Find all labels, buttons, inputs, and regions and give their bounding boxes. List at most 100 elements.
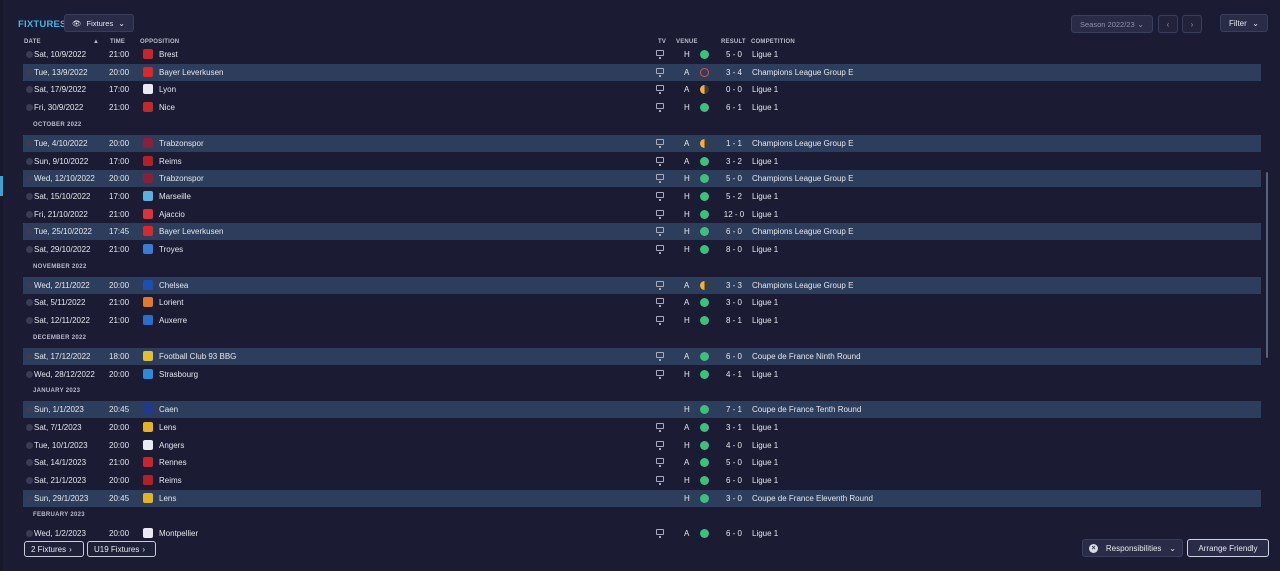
opposition-link[interactable]: Angers	[159, 441, 184, 450]
fixture-row[interactable]: Fri, 21/10/2022 21:00 Ajaccio H 12 - 0 Ligue …	[23, 206, 1261, 223]
competition-link[interactable]: Ligue 1	[752, 441, 778, 450]
competition-link[interactable]: Ligue 1	[752, 157, 778, 166]
fixture-score[interactable]: 4 - 0	[719, 441, 749, 450]
competition-link[interactable]: Champions League Group E	[752, 174, 853, 183]
competition-link[interactable]: Ligue 1	[752, 298, 778, 307]
responsibilities-button[interactable]: × Responsibilities ⌄	[1082, 539, 1183, 557]
sort-asc-icon[interactable]: ▲	[93, 39, 99, 49]
select-radio[interactable]	[26, 175, 33, 183]
opposition-link[interactable]: Bayer Leverkusen	[159, 227, 223, 236]
competition-link[interactable]: Ligue 1	[752, 50, 778, 59]
fixture-row[interactable]: Sat, 5/11/2022 21:00 Lorient A 3 - 0 Ligue 1	[23, 294, 1261, 311]
fixture-score[interactable]: 6 - 1	[719, 103, 749, 112]
col-opposition[interactable]: OPPOSITION	[140, 39, 179, 49]
fixture-row[interactable]: Tue, 25/10/2022 17:45 Bayer Leverkusen H 6 -…	[23, 223, 1261, 241]
fixture-score[interactable]: 3 - 0	[719, 298, 749, 307]
opposition-link[interactable]: Reims	[159, 157, 182, 166]
fixture-row[interactable]: Tue, 4/10/2022 20:00 Trabzonspor A 1 - 1 Cham…	[23, 134, 1261, 152]
competition-link[interactable]: Coupe de France Eleventh Round	[752, 494, 873, 503]
opposition-link[interactable]: Lens	[159, 494, 176, 503]
fixture-row[interactable]: Sat, 15/10/2022 17:00 Marseille H 5 - 2 Ligue…	[23, 188, 1261, 205]
next-season-button[interactable]: ›	[1182, 15, 1202, 33]
fixture-score[interactable]: 5 - 0	[719, 458, 749, 467]
competition-link[interactable]: Champions League Group E	[752, 281, 853, 290]
opposition-link[interactable]: Montpellier	[159, 529, 198, 538]
select-radio[interactable]	[26, 51, 33, 58]
col-result[interactable]: RESULT	[721, 39, 746, 49]
select-radio[interactable]	[26, 477, 33, 484]
opposition-link[interactable]: Trabzonspor	[159, 139, 204, 148]
competition-link[interactable]: Ligue 1	[752, 316, 778, 325]
fixture-row[interactable]: Wed, 28/12/2022 20:00 Strasbourg H 4 - 1 Ligu…	[23, 366, 1261, 383]
col-date[interactable]: DATE	[24, 39, 41, 49]
fixture-row[interactable]: Sat, 10/9/2022 21:00 Brest H 5 - 0 Ligue 1	[23, 49, 1261, 63]
select-radio[interactable]	[26, 530, 33, 538]
fixture-score[interactable]: 3 - 2	[719, 157, 749, 166]
select-radio[interactable]	[26, 139, 33, 147]
competition-link[interactable]: Ligue 1	[752, 423, 778, 432]
fixture-row[interactable]: Sat, 17/9/2022 17:00 Lyon A 0 - 0 Ligue 1	[23, 81, 1261, 98]
fixture-row[interactable]: Wed, 2/11/2022 20:00 Chelsea A 3 - 3 Champion…	[23, 276, 1261, 294]
select-radio[interactable]	[26, 352, 33, 360]
select-radio[interactable]	[26, 299, 33, 307]
fixture-row[interactable]: Tue, 13/9/2022 20:00 Bayer Leverkusen A 3 - …	[23, 63, 1261, 81]
opposition-link[interactable]: Lorient	[159, 298, 183, 307]
col-competition[interactable]: COMPETITION	[751, 39, 795, 49]
opposition-link[interactable]: Ajaccio	[159, 210, 185, 219]
opposition-link[interactable]: Rennes	[159, 458, 187, 467]
opposition-link[interactable]: Bayer Leverkusen	[159, 68, 223, 77]
fixture-score[interactable]: 1 - 1	[719, 139, 749, 148]
opposition-link[interactable]: Lens	[159, 423, 176, 432]
filter-button[interactable]: Filter ⌄	[1220, 14, 1268, 32]
fixture-score[interactable]: 12 - 0	[719, 210, 749, 219]
competition-link[interactable]: Ligue 1	[752, 103, 778, 112]
fixture-score[interactable]: 6 - 0	[719, 352, 749, 361]
competition-link[interactable]: Ligue 1	[752, 85, 778, 94]
fixture-score[interactable]: 7 - 1	[719, 405, 749, 414]
fixture-row[interactable]: Fri, 30/9/2022 21:00 Nice H 6 - 1 Ligue 1	[23, 99, 1261, 116]
select-radio[interactable]	[26, 157, 33, 165]
select-radio[interactable]	[26, 406, 33, 414]
select-radio[interactable]	[26, 104, 33, 112]
fixture-score[interactable]: 3 - 3	[719, 281, 749, 290]
fixture-row[interactable]: Sun, 1/1/2023 20:45 Caen H 7 - 1 Coupe de Fra…	[23, 401, 1261, 419]
fixture-score[interactable]: 5 - 2	[719, 192, 749, 201]
view-selector-button[interactable]: 👁 Fixtures ⌄	[64, 14, 134, 32]
competition-link[interactable]: Coupe de France Ninth Round	[752, 352, 861, 361]
arrange-friendly-button[interactable]: Arrange Friendly	[1187, 539, 1269, 557]
fixture-row[interactable]: Sat, 14/1/2023 21:00 Rennes A 5 - 0 Ligue 1	[23, 454, 1261, 471]
select-radio[interactable]	[26, 459, 33, 467]
fixture-row[interactable]: Sun, 29/1/2023 20:45 Lens H 3 - 0 Coupe de Fr…	[23, 489, 1261, 507]
select-radio[interactable]	[26, 317, 33, 325]
fixture-score[interactable]: 3 - 1	[719, 423, 749, 432]
fixture-score[interactable]: 8 - 0	[719, 245, 749, 254]
competition-link[interactable]: Ligue 1	[752, 210, 778, 219]
opposition-link[interactable]: Reims	[159, 476, 182, 485]
fixture-row[interactable]: Sat, 29/10/2022 21:00 Troyes H 8 - 0 Ligue 1	[23, 241, 1261, 258]
competition-link[interactable]: Ligue 1	[752, 529, 778, 538]
select-radio[interactable]	[26, 68, 33, 76]
fixture-row[interactable]: Sat, 17/12/2022 18:00 Football Club 93 BBG…	[23, 347, 1261, 365]
col-time[interactable]: TIME	[110, 39, 125, 49]
competition-link[interactable]: Ligue 1	[752, 192, 778, 201]
fixture-score[interactable]: 6 - 0	[719, 529, 749, 538]
fixture-score[interactable]: 6 - 0	[719, 476, 749, 485]
select-radio[interactable]	[26, 246, 33, 253]
opposition-link[interactable]: Strasbourg	[159, 370, 198, 379]
opposition-link[interactable]: Marseille	[159, 192, 191, 201]
competition-link[interactable]: Coupe de France Tenth Round	[752, 405, 861, 414]
fixture-row[interactable]: Sun, 9/10/2022 17:00 Reims A 3 - 2 Ligue 1	[23, 153, 1261, 170]
select-radio[interactable]	[26, 210, 33, 218]
fixture-score[interactable]: 5 - 0	[719, 50, 749, 59]
competition-link[interactable]: Ligue 1	[752, 458, 778, 467]
competition-link[interactable]: Ligue 1	[752, 245, 778, 254]
select-radio[interactable]	[26, 281, 33, 289]
u19-fixtures-button[interactable]: U19 Fixtures ›	[87, 541, 156, 557]
select-radio[interactable]	[26, 423, 33, 431]
fixture-score[interactable]: 5 - 0	[719, 174, 749, 183]
fixture-row[interactable]: Sat, 7/1/2023 20:00 Lens A 3 - 1 Ligue 1	[23, 419, 1261, 436]
competition-link[interactable]: Champions League Group E	[752, 139, 853, 148]
competition-link[interactable]: Champions League Group E	[752, 68, 853, 77]
fixture-score[interactable]: 3 - 0	[719, 494, 749, 503]
opposition-link[interactable]: Football Club 93 BBG	[159, 352, 236, 361]
